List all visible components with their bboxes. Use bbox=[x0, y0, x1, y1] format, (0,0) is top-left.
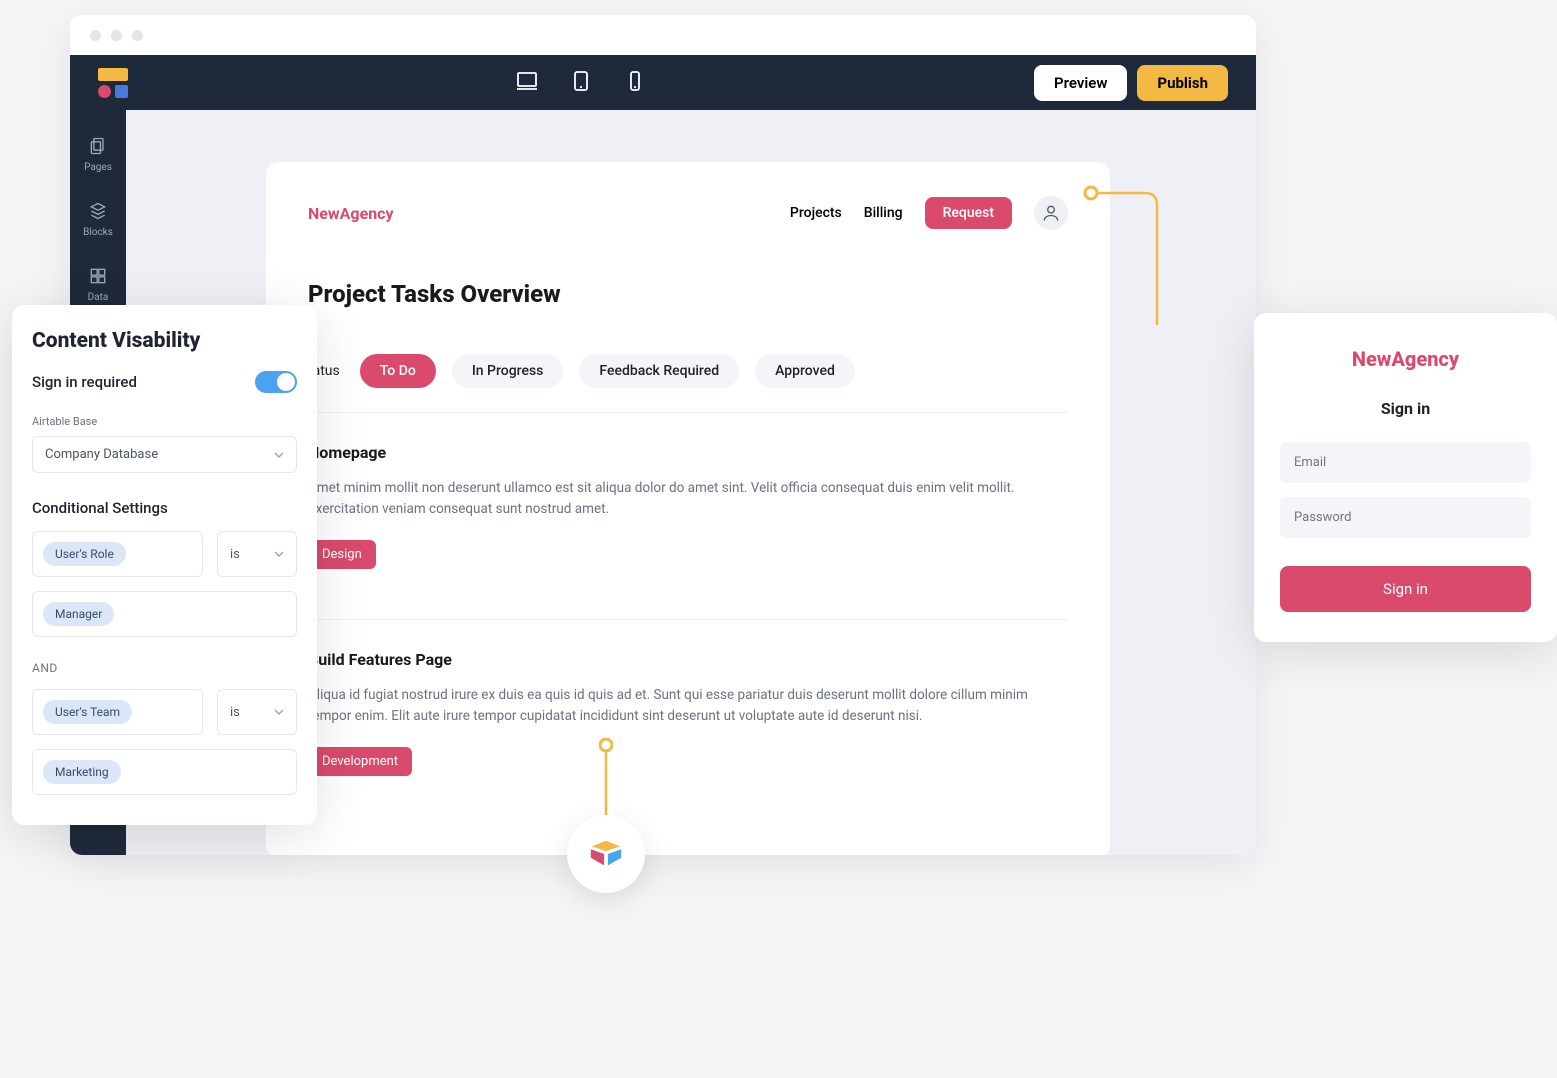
app-brand: NewAgency bbox=[308, 204, 394, 223]
password-field[interactable] bbox=[1280, 497, 1531, 538]
preview-button[interactable]: Preview bbox=[1034, 65, 1127, 101]
filter-row: tatus To Do In Progress Feedback Require… bbox=[308, 354, 1068, 388]
window-dot bbox=[132, 30, 143, 41]
rail-pages[interactable]: Pages bbox=[84, 136, 112, 173]
rail-label: Data bbox=[88, 292, 109, 303]
app-logo bbox=[98, 68, 128, 98]
window-dot bbox=[90, 30, 101, 41]
condition-operator-select[interactable]: is bbox=[217, 689, 297, 735]
chip: User's Role bbox=[43, 542, 126, 566]
rail-label: Pages bbox=[84, 162, 112, 173]
condition-value-box[interactable]: Manager bbox=[32, 591, 297, 637]
task-title: Build Features Page bbox=[308, 650, 1068, 669]
task-tag: Design bbox=[308, 540, 376, 569]
publish-button[interactable]: Publish bbox=[1137, 65, 1228, 101]
airtable-base-label: Airtable Base bbox=[32, 415, 297, 428]
conditional-settings-label: Conditional Settings bbox=[32, 499, 297, 517]
task-card: Homepage Amet minim mollit non deserunt … bbox=[308, 412, 1068, 595]
rail-label: Blocks bbox=[83, 227, 113, 238]
task-tag: Development bbox=[308, 747, 412, 776]
chip: Manager bbox=[43, 602, 114, 626]
and-label: AND bbox=[32, 661, 297, 675]
signin-required-toggle[interactable] bbox=[255, 371, 297, 393]
panel-title: Content Visability bbox=[32, 329, 297, 353]
tab-in-progress[interactable]: In Progress bbox=[452, 354, 564, 388]
nav-billing[interactable]: Billing bbox=[864, 205, 903, 221]
task-body: Amet minim mollit non deserunt ullamco e… bbox=[308, 478, 1068, 520]
tab-feedback[interactable]: Feedback Required bbox=[579, 354, 739, 388]
rail-blocks[interactable]: Blocks bbox=[83, 201, 113, 238]
content-visibility-panel: Content Visability Sign in required Airt… bbox=[12, 305, 317, 825]
signin-required-label: Sign in required bbox=[32, 373, 137, 391]
preview-card: NewAgency Projects Billing Request Proje… bbox=[266, 162, 1110, 855]
rail-data[interactable]: Data bbox=[88, 266, 109, 303]
request-button[interactable]: Request bbox=[925, 197, 1012, 229]
user-avatar[interactable] bbox=[1034, 196, 1068, 230]
airtable-base-select[interactable]: Company Database bbox=[32, 436, 297, 473]
device-switcher bbox=[515, 69, 647, 97]
builder-top-bar: Preview Publish bbox=[70, 55, 1256, 110]
signin-title: Sign in bbox=[1280, 399, 1531, 418]
condition-operator-select[interactable]: is bbox=[217, 531, 297, 577]
condition-field-box[interactable]: User's Role bbox=[32, 531, 203, 577]
nav-projects[interactable]: Projects bbox=[790, 205, 842, 221]
signin-card: NewAgency Sign in Sign in bbox=[1254, 313, 1557, 642]
window-title-bar bbox=[70, 15, 1256, 55]
mobile-icon[interactable] bbox=[623, 69, 647, 97]
window-dot bbox=[111, 30, 122, 41]
email-field[interactable] bbox=[1280, 442, 1531, 483]
chip: User's Team bbox=[43, 700, 132, 724]
tab-approved[interactable]: Approved bbox=[755, 354, 855, 388]
task-body: Aliqua id fugiat nostrud irure ex duis e… bbox=[308, 685, 1068, 727]
desktop-icon[interactable] bbox=[515, 69, 539, 97]
condition-field-box[interactable]: User's Team bbox=[32, 689, 203, 735]
tab-todo[interactable]: To Do bbox=[360, 354, 436, 388]
task-card: Build Features Page Aliqua id fugiat nos… bbox=[308, 619, 1068, 802]
condition-value-box[interactable]: Marketing bbox=[32, 749, 297, 795]
select-value: Company Database bbox=[45, 447, 158, 462]
airtable-icon bbox=[567, 815, 645, 893]
signin-button[interactable]: Sign in bbox=[1280, 566, 1531, 612]
chevron-down-icon bbox=[274, 707, 284, 717]
page-title: Project Tasks Overview bbox=[308, 280, 1068, 308]
task-title: Homepage bbox=[308, 443, 1068, 462]
chevron-down-icon bbox=[274, 549, 284, 559]
tablet-icon[interactable] bbox=[569, 69, 593, 97]
signin-brand: NewAgency bbox=[1280, 347, 1531, 371]
chip: Marketing bbox=[43, 760, 121, 784]
chevron-down-icon bbox=[274, 450, 284, 460]
user-icon bbox=[1041, 203, 1061, 223]
